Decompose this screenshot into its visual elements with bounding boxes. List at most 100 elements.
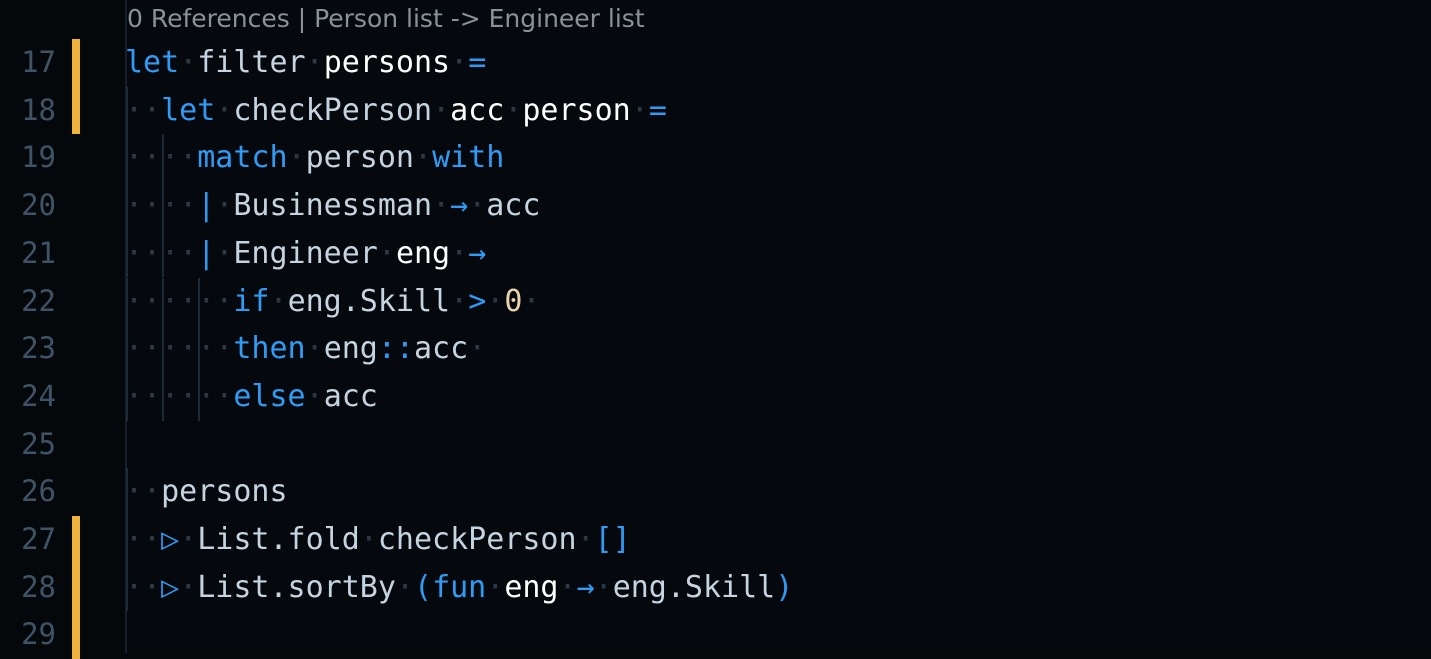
code-line[interactable]: 25: [0, 421, 1431, 469]
code-token-par: acc: [450, 92, 505, 128]
code-token-op: →: [576, 569, 595, 605]
codelens-reference-link[interactable]: 0 References | Person list -> Engineer l…: [127, 0, 645, 38]
code-token-op: []: [594, 522, 631, 557]
line-number[interactable]: 28: [0, 564, 56, 612]
code-token-ws: ·: [179, 522, 198, 557]
code-token-ws: ··: [125, 522, 162, 557]
code-token-id: checkPerson: [233, 92, 433, 128]
code-token-op: →: [468, 235, 487, 271]
code-line[interactable]: 17 let·filter·persons·=: [0, 39, 1431, 87]
code-token-ws: ··: [125, 378, 162, 414]
line-number[interactable]: 22: [0, 278, 56, 326]
code-text[interactable]: ····match·person·with: [125, 134, 504, 182]
code-token-ws: ·: [522, 283, 541, 319]
code-token-id: Businessman: [233, 188, 433, 224]
code-token-ws: ··: [197, 331, 234, 367]
code-line[interactable]: 18 ··let·checkPerson·acc·person·=: [0, 86, 1431, 135]
code-token-id: List.sortBy: [197, 569, 396, 605]
gutter-change-bar[interactable]: [72, 86, 80, 135]
gutter-change-bar[interactable]: [72, 39, 80, 87]
code-token-ws: ·: [215, 235, 234, 271]
code-line[interactable]: 28 ··▷·List.sortBy·(fun·eng·→·eng.Skill): [0, 563, 1431, 612]
code-token-par: eng: [504, 569, 559, 605]
gutter-change-bar[interactable]: [72, 611, 80, 659]
line-number[interactable]: 20: [0, 182, 56, 230]
code-line[interactable]: 29: [0, 611, 1431, 659]
code-token-ws: ··: [125, 474, 162, 510]
code-line[interactable]: 26 ··persons: [0, 468, 1431, 516]
code-text[interactable]: ······then·eng::acc·: [125, 325, 486, 373]
code-token-par: person: [522, 92, 631, 128]
code-line[interactable]: 24 ······else·acc: [0, 372, 1431, 421]
code-token-id: acc: [486, 188, 541, 224]
code-token-ws: ··: [125, 569, 162, 605]
gutter-change-bar[interactable]: [72, 516, 80, 564]
code-token-ws: ·: [630, 92, 649, 128]
line-number[interactable]: 19: [0, 134, 56, 182]
code-token-ws: ··: [161, 378, 198, 414]
code-token-kw: with: [432, 140, 505, 176]
code-text[interactable]: ······if·eng.Skill·>·0·: [125, 278, 540, 326]
code-text[interactable]: let·filter·persons·=: [125, 39, 486, 87]
code-text[interactable]: ····|·Engineer·eng·→: [125, 230, 486, 278]
code-line[interactable]: 21 ····|·Engineer·eng·→: [0, 229, 1431, 278]
code-line[interactable]: 20 ····|·Businessman·→·acc: [0, 182, 1431, 230]
code-text[interactable]: ··▷·List.fold·checkPerson·[]: [125, 516, 631, 564]
code-token-op: ::: [377, 331, 414, 367]
line-number[interactable]: 18: [0, 87, 56, 135]
code-token-ws: ··: [125, 92, 162, 128]
code-text[interactable]: ··▷·List.sortBy·(fun·eng·→·eng.Skill): [125, 564, 793, 612]
code-token-op: (: [414, 569, 433, 605]
code-text[interactable]: ······else·acc: [125, 373, 378, 421]
line-number[interactable]: 23: [0, 325, 56, 373]
code-token-ws: ··: [197, 378, 234, 414]
line-number[interactable]: 29: [0, 611, 56, 659]
code-token-id: eng.Skill: [287, 283, 451, 319]
code-token-ws: ··: [125, 140, 162, 176]
code-token-id: filter: [197, 45, 306, 80]
code-token-ws: ··: [161, 140, 198, 176]
code-token-ws: ·: [576, 522, 595, 557]
code-text[interactable]: ··persons: [125, 468, 288, 516]
code-line[interactable]: 22 ······if·eng.Skill·>·0·: [0, 277, 1431, 326]
code-token-op: =: [648, 92, 667, 128]
code-token-id: checkPerson: [377, 522, 577, 557]
code-token-id: acc: [323, 378, 378, 414]
code-token-ws: ··: [125, 331, 162, 367]
line-number[interactable]: 21: [0, 230, 56, 278]
code-text[interactable]: ··let·checkPerson·acc·person·=: [125, 87, 667, 135]
code-token-op: ▷: [161, 522, 180, 557]
line-number[interactable]: 25: [0, 421, 56, 469]
code-token-ws: ·: [468, 331, 487, 367]
code-token-ws: ·: [287, 140, 306, 176]
line-number[interactable]: 26: [0, 468, 56, 516]
code-token-ws: ··: [161, 188, 198, 224]
code-line[interactable]: 27 ··▷·List.fold·checkPerson·[]: [0, 516, 1431, 564]
gutter-change-bar[interactable]: [72, 563, 80, 612]
code-text[interactable]: ····|·Businessman·→·acc: [125, 182, 540, 230]
line-number[interactable]: 27: [0, 516, 56, 564]
code-token-kw: if: [233, 283, 270, 319]
code-token-id: eng: [323, 331, 378, 367]
code-token-ws: ·: [305, 331, 324, 367]
code-line[interactable]: 19 ····match·person·with: [0, 134, 1431, 183]
code-token-ws: ·: [414, 140, 433, 176]
code-token-ws: ·: [558, 569, 577, 605]
code-token-ws: ·: [359, 522, 378, 557]
code-token-par: persons: [323, 45, 451, 80]
code-token-ws: ·: [377, 235, 396, 271]
code-token-kw: fun: [432, 569, 487, 605]
code-token-kw: else: [233, 378, 306, 414]
line-number[interactable]: 17: [0, 39, 56, 87]
code-editor[interactable]: 0 References | Person list -> Engineer l…: [0, 0, 1431, 659]
code-token-ws: ·: [432, 92, 451, 128]
code-token-ws: ·: [450, 235, 469, 271]
code-token-ws: ·: [504, 92, 523, 128]
code-token-id: acc: [414, 331, 469, 367]
code-token-ws: ·: [305, 378, 324, 414]
code-token-kw: match: [197, 140, 288, 176]
code-line[interactable]: 23 ······then·eng::acc·: [0, 325, 1431, 373]
code-token-ws: ··: [161, 235, 198, 271]
line-number[interactable]: 24: [0, 373, 56, 421]
code-token-kw: then: [233, 331, 306, 367]
